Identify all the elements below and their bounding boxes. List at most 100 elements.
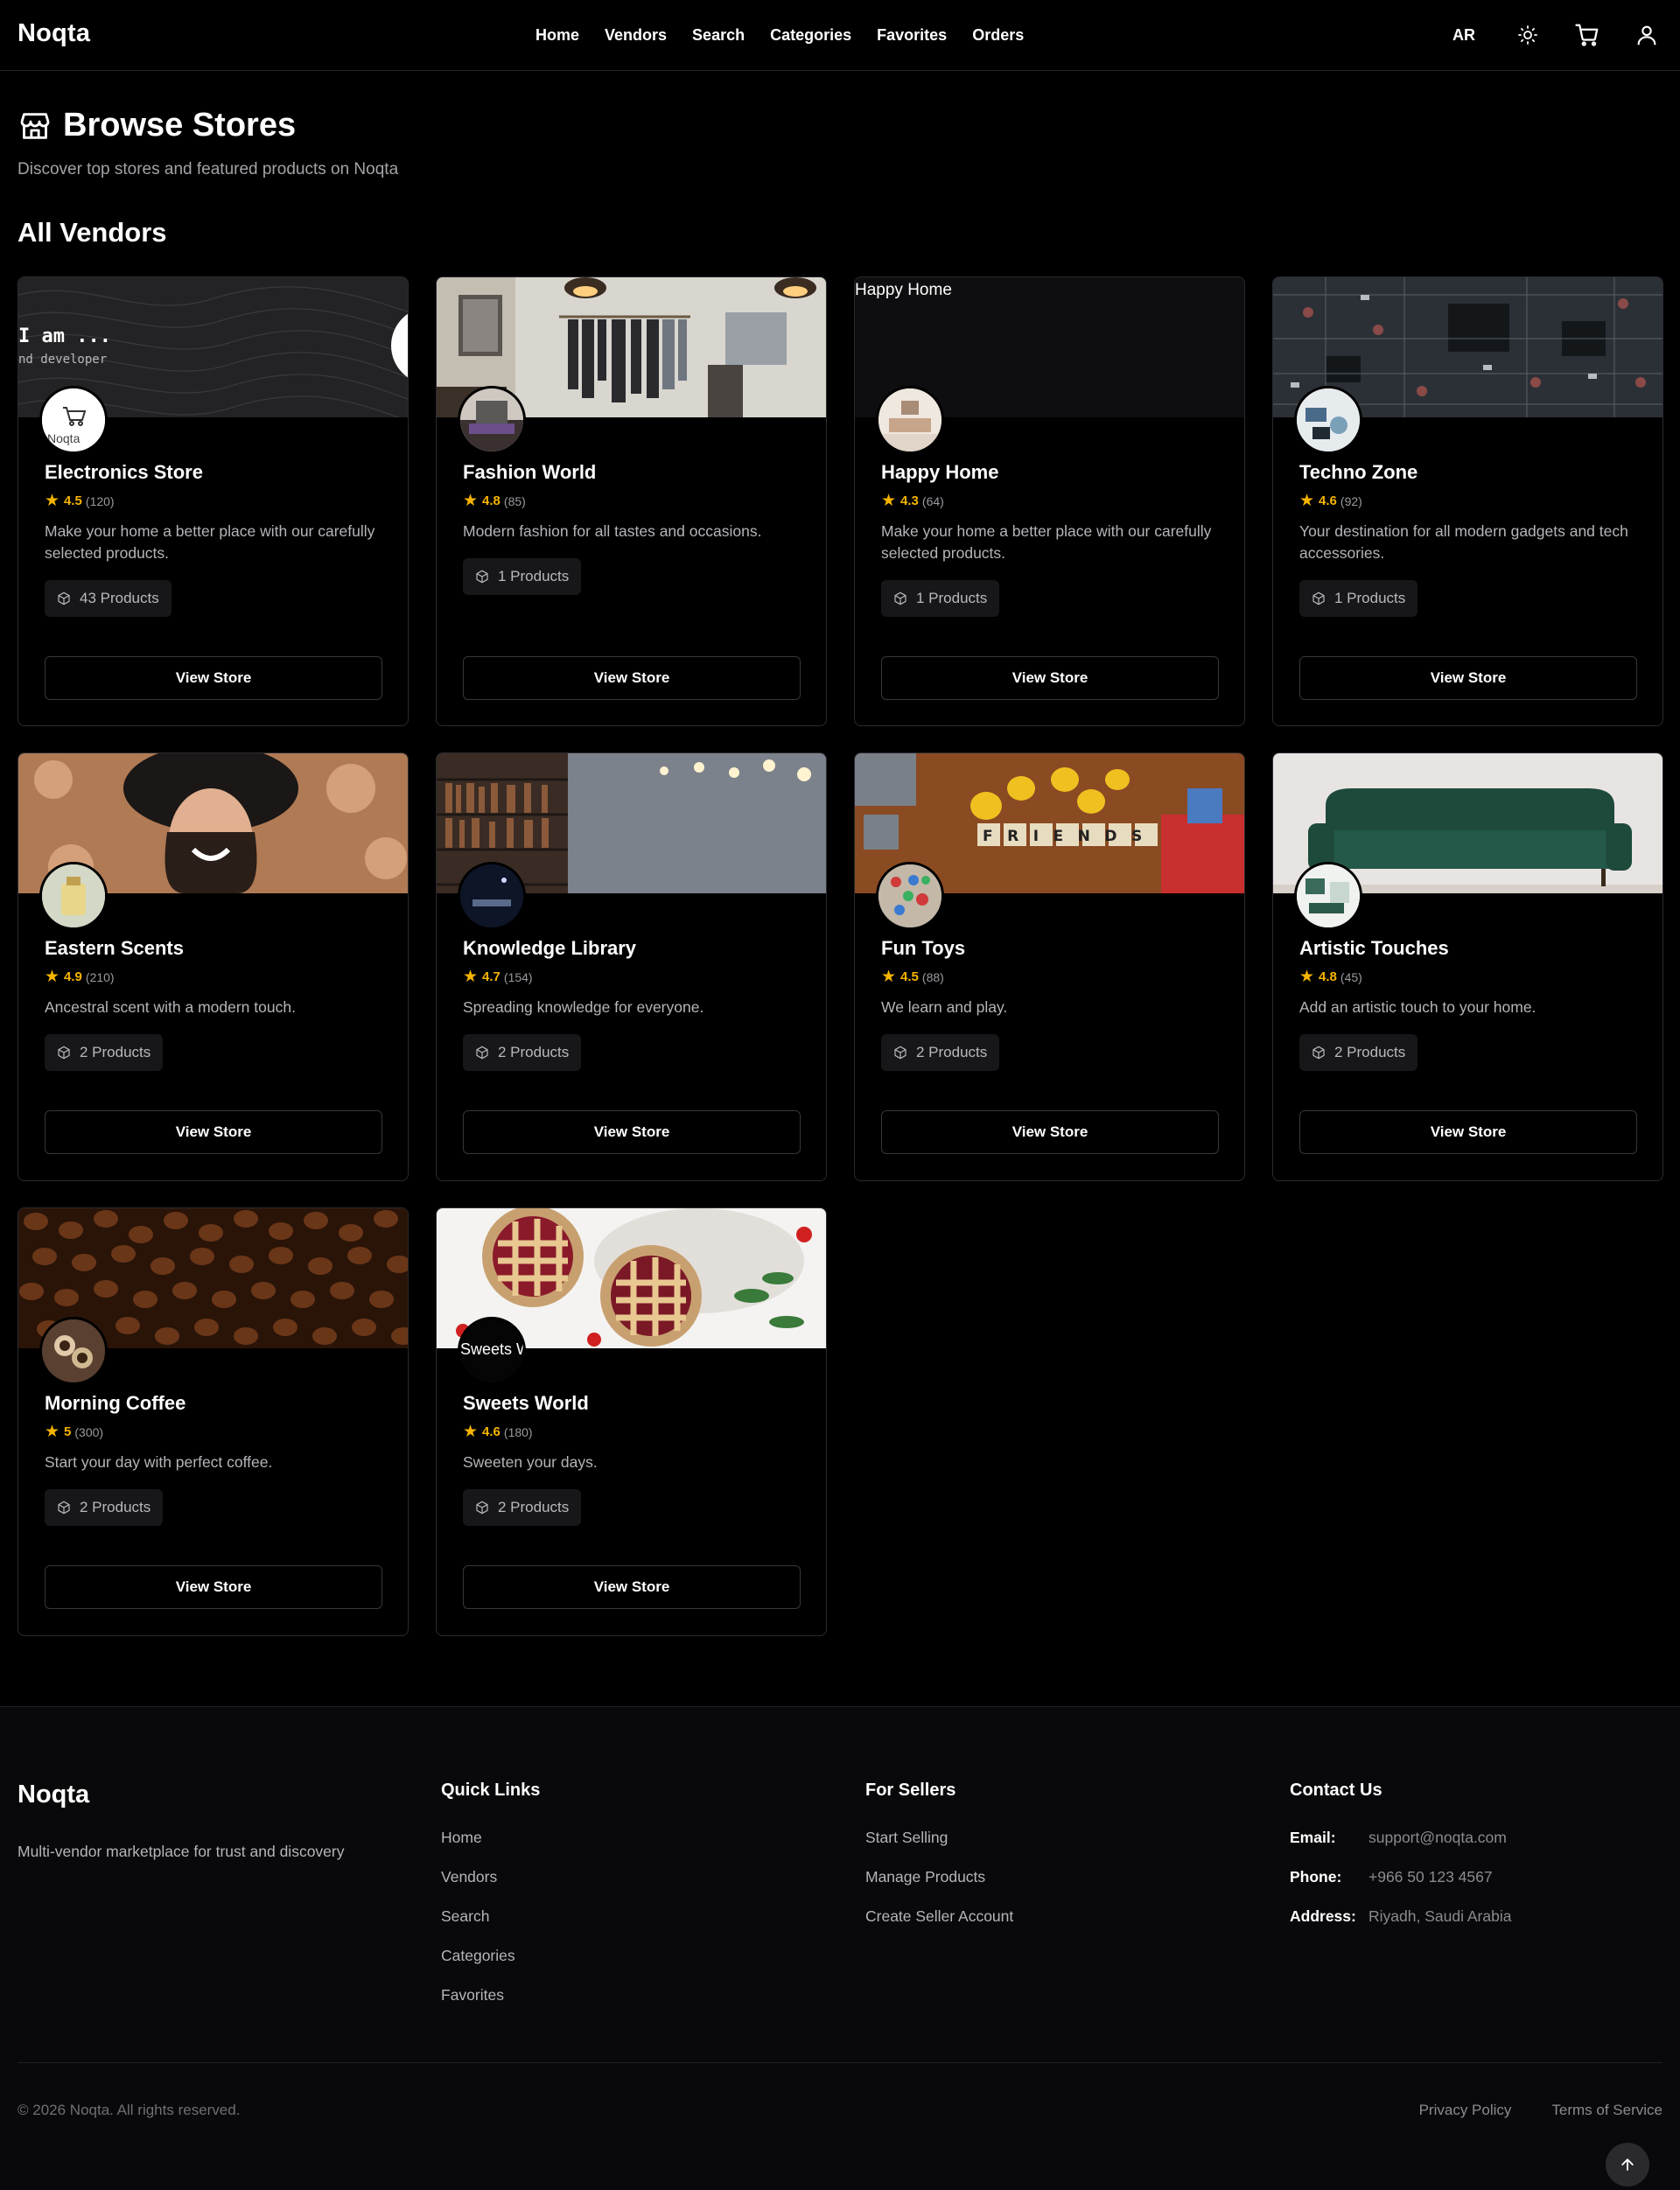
package-icon (58, 1501, 70, 1515)
svg-text:nd developer: nd developer (18, 353, 107, 367)
footer-divider (18, 2062, 1662, 2063)
footer-brand[interactable]: Noqta (18, 1781, 89, 1809)
arrow-up-icon (1621, 2159, 1634, 2171)
products-count: 1 Products (916, 590, 988, 606)
vendor-card: Morning Coffee ★ 5 (300) Start your day wi… (18, 1207, 409, 1636)
contact-title: Contact Us (1290, 1781, 1382, 1800)
nav-link-favorites[interactable]: Favorites (877, 26, 947, 45)
store-avatar (458, 386, 526, 454)
star-icon: ★ (45, 492, 60, 510)
brand-logo[interactable]: Noqta (18, 19, 90, 48)
store-name[interactable]: Fun Toys (881, 937, 965, 960)
rating-count: (300) (74, 1424, 104, 1439)
contact-label: Address: (1290, 1907, 1356, 1925)
star-icon: ★ (881, 968, 897, 986)
store-description: Start your day with perfect coffee. (45, 1453, 273, 1471)
store-rating: ★ 5 (300) (45, 1422, 103, 1442)
terms-of-service-link[interactable]: Terms of Service (1551, 2102, 1662, 2119)
section-title: All Vendors (18, 217, 167, 248)
contact-value[interactable]: support@noqta.com (1368, 1829, 1507, 1847)
privacy-policy-link[interactable]: Privacy Policy (1419, 2102, 1512, 2119)
store-description: We learn and play. (881, 998, 1008, 1016)
store-avatar (1294, 386, 1362, 454)
vendor-card: Sweets World Sweets World ★4.6(180) Swee… (436, 1207, 827, 1636)
products-count: 2 Products (80, 1499, 151, 1515)
products-count: 2 Products (916, 1044, 988, 1060)
footer-link-search[interactable]: Search (441, 1907, 540, 1926)
language-toggle[interactable]: AR (1452, 26, 1475, 45)
store-avatar: Sweets World (458, 1317, 526, 1385)
star-icon: ★ (1299, 492, 1315, 510)
footer-quick-links: Quick Links Home Vendors Search Categori… (441, 1781, 540, 2026)
nav-link-search[interactable]: Search (692, 26, 745, 45)
view-store-button[interactable]: View Store (45, 1565, 382, 1609)
view-store-button[interactable]: View Store (881, 656, 1219, 700)
nav-link-home[interactable]: Home (536, 26, 579, 45)
contact-value: Riyadh, Saudi Arabia (1368, 1907, 1512, 1925)
products-count: 2 Products (498, 1499, 570, 1515)
footer-link-vendors[interactable]: Vendors (441, 1868, 540, 1886)
vendor-card: FRIENDS Fun Toys ★ 4.5 (88) We learn and p… (854, 752, 1245, 1181)
view-store-button[interactable]: View Store (463, 1110, 801, 1154)
footer-link-start-selling[interactable]: Start Selling (865, 1829, 1013, 1847)
page-title: Browse Stores (18, 107, 398, 144)
view-store-button[interactable]: View Store (1299, 656, 1637, 700)
nav-link-vendors[interactable]: Vendors (605, 26, 667, 45)
store-icon (20, 112, 50, 139)
store-name[interactable]: Electronics Store (45, 461, 203, 484)
footer-link-create-seller-account[interactable]: Create Seller Account (865, 1907, 1013, 1926)
store-description: Add an artistic touch to your home. (1299, 998, 1536, 1016)
store-name[interactable]: Happy Home (881, 461, 998, 484)
view-store-button[interactable]: View Store (1299, 1110, 1637, 1154)
footer-link-favorites[interactable]: Favorites (441, 1986, 540, 2005)
view-store-button[interactable]: View Store (45, 1110, 382, 1154)
rating-value: 4.5 (900, 969, 919, 984)
view-store-button[interactable]: View Store (881, 1110, 1219, 1154)
scroll-to-top-button[interactable] (1606, 2143, 1649, 2187)
star-icon: ★ (463, 492, 479, 510)
rating-value: 5 (64, 1424, 72, 1439)
nav-link-categories[interactable]: Categories (770, 26, 851, 45)
rating-count: (85) (503, 493, 526, 508)
rating-value: 4.8 (1319, 969, 1337, 984)
vendor-card: Knowledge Library ★ 4.7 (154) Spreading kn… (436, 752, 827, 1181)
store-rating: ★ 4.8 (45) (1299, 967, 1362, 987)
store-name[interactable]: Eastern Scents (45, 937, 184, 960)
cart-icon[interactable] (1572, 19, 1603, 51)
store-description: Modern fashion for all tastes and occasi… (463, 522, 762, 540)
store-name[interactable]: Techno Zone (1299, 461, 1418, 484)
svg-text:FRIENDS: FRIENDS (983, 828, 1157, 845)
store-name[interactable]: Morning Coffee (45, 1392, 186, 1415)
store-avatar (39, 862, 108, 930)
store-description: Make your home a better place with our c… (45, 522, 375, 562)
store-avatar: Noqta (39, 386, 108, 454)
quick-links-title: Quick Links (441, 1781, 541, 1800)
nav-link-orders[interactable]: Orders (972, 26, 1024, 45)
sun-icon[interactable] (1512, 19, 1544, 51)
star-icon: ★ (881, 492, 897, 510)
store-name[interactable]: Knowledge Library (463, 937, 636, 960)
copyright: © 2026 Noqta. All rights reserved. (18, 2102, 241, 2118)
store-name[interactable]: Sweets World (463, 1392, 589, 1415)
contact-value[interactable]: +966 50 123 4567 (1368, 1868, 1493, 1886)
package-icon (476, 1501, 488, 1515)
footer-link-home[interactable]: Home (441, 1829, 540, 1847)
top-navbar: Noqta Home Vendors Search Categories Fav… (0, 0, 1680, 71)
rating-value: 4.9 (64, 969, 82, 984)
page-header: Browse Stores Discover top stores and fe… (18, 107, 398, 179)
user-icon[interactable] (1631, 19, 1662, 51)
footer-link-categories[interactable]: Categories (441, 1947, 540, 1965)
store-name[interactable]: Artistic Touches (1299, 937, 1449, 960)
view-store-button[interactable]: View Store (463, 1565, 801, 1609)
view-store-button[interactable]: View Store (463, 656, 801, 700)
store-avatar (1294, 862, 1362, 930)
footer-link-manage-products[interactable]: Manage Products (865, 1868, 1013, 1886)
vendor-card: I am ... nd developer Noqta Electronics … (18, 276, 409, 726)
products-count: 1 Products (1334, 590, 1406, 606)
package-icon (476, 570, 488, 584)
store-name[interactable]: Fashion World (463, 461, 596, 484)
contact-label: Email: (1290, 1829, 1336, 1846)
footer-tagline: Multi-vendor marketplace for trust and d… (18, 1843, 345, 1860)
package-icon (1312, 591, 1325, 605)
view-store-button[interactable]: View Store (45, 656, 382, 700)
